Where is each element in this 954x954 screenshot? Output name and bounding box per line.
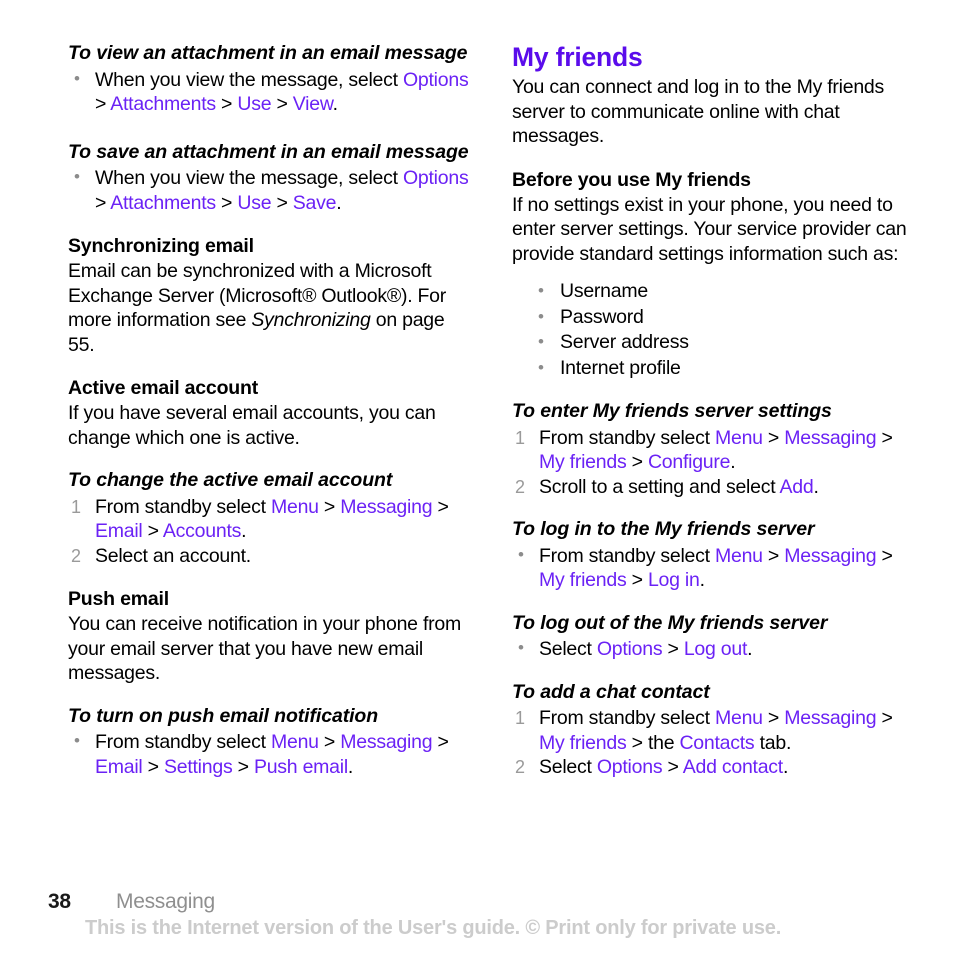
steps-log-out: Select Options > Log out. xyxy=(512,636,920,662)
step-trailing: . xyxy=(730,451,736,473)
separator: > xyxy=(762,426,785,449)
link-my-friends[interactable]: My friends xyxy=(539,569,627,591)
step-trailing: . xyxy=(782,756,789,778)
separator: > xyxy=(876,707,893,729)
link-add-contact[interactable]: Add contact xyxy=(683,756,783,778)
task-title-add-chat-contact: To add a chat contact xyxy=(512,680,710,703)
task-title-log-out: To log out of the My friends server xyxy=(512,611,828,634)
separator: > xyxy=(662,638,684,660)
task-title-enter-server-settings: To enter My friends server settings xyxy=(512,400,832,422)
task-title-log-in: To log in to the My friends server xyxy=(512,518,815,540)
separator: > xyxy=(626,731,648,754)
separator: > xyxy=(762,707,785,729)
separator: > xyxy=(626,451,648,473)
steps-add-chat-contact: From standby select Menu > Messaging > M… xyxy=(512,706,920,780)
step-lead: Select xyxy=(539,638,597,660)
page-footer: 38 Messaging This is the Internet versio… xyxy=(0,890,954,940)
link-messaging[interactable]: Messaging xyxy=(784,545,876,567)
list-item: Internet profile xyxy=(536,355,920,382)
link-options[interactable]: Options xyxy=(597,756,663,778)
link-log-out[interactable]: Log out xyxy=(684,638,748,660)
separator: > xyxy=(626,569,648,591)
link-log-in[interactable]: Log in xyxy=(648,569,700,591)
step-trailing: . xyxy=(699,569,705,591)
link-menu[interactable]: Menu xyxy=(715,427,763,449)
link-my-friends[interactable]: My friends xyxy=(539,732,627,754)
separator: > xyxy=(876,544,893,567)
list-item: From standby select Menu > Messaging > M… xyxy=(512,426,920,475)
subheading-before-you-use: Before you use My friends xyxy=(512,168,751,191)
link-menu[interactable]: Menu xyxy=(715,707,763,729)
link-add[interactable]: Add xyxy=(779,476,813,498)
step-lead: Scroll to a setting and select xyxy=(539,475,780,498)
list-item: Password xyxy=(536,304,920,331)
step-trailing: . xyxy=(813,475,819,498)
separator: > xyxy=(662,756,683,778)
paragraph-my-friends-intro: You can connect and log in to the My fri… xyxy=(512,76,885,147)
steps-enter-server-settings: From standby select Menu > Messaging > M… xyxy=(512,426,920,500)
separator: > xyxy=(762,544,785,567)
step-lead: From standby select xyxy=(539,707,715,729)
paragraph-before-you-use: If no settings exist in your phone, you … xyxy=(512,193,907,265)
manual-page: To view an attachment in an email messag… xyxy=(0,0,954,954)
separator: > xyxy=(876,426,893,449)
list-settings-items: Username Password Server address Interne… xyxy=(512,278,920,382)
steps-log-in: From standby select Menu > Messaging > M… xyxy=(512,543,920,593)
step-trailing: tab. xyxy=(754,731,792,754)
link-menu[interactable]: Menu xyxy=(715,545,763,567)
list-item: From standby select Menu > Messaging > M… xyxy=(512,706,920,755)
right-column: My friends You can connect and log in to… xyxy=(0,42,954,780)
link-messaging[interactable]: Messaging xyxy=(784,707,876,729)
step-trailing: . xyxy=(747,638,753,660)
page-title-my-friends: My friends xyxy=(512,42,643,72)
step-lead: Select xyxy=(539,756,597,778)
list-item: Server address xyxy=(536,329,920,356)
print-watermark: This is the Internet version of the User… xyxy=(85,917,782,939)
list-item: Scroll to a setting and select Add. xyxy=(512,475,920,500)
list-item: Select Options > Add contact. xyxy=(512,755,920,780)
link-configure[interactable]: Configure xyxy=(648,451,731,473)
link-messaging[interactable]: Messaging xyxy=(784,427,876,449)
list-item: Select Options > Log out. xyxy=(512,636,920,662)
list-item: From standby select Menu > Messaging > M… xyxy=(512,543,920,593)
list-item: Username xyxy=(536,278,920,305)
link-contacts[interactable]: Contacts xyxy=(679,732,754,754)
footer-row: 38 Messaging xyxy=(48,890,954,916)
link-my-friends[interactable]: My friends xyxy=(539,451,627,473)
step-lead: From standby select xyxy=(539,426,715,449)
step-lead: From standby select xyxy=(539,544,715,567)
link-options[interactable]: Options xyxy=(597,638,663,660)
page-number: 38 xyxy=(48,890,71,913)
step-mid-text: the xyxy=(647,731,680,754)
chapter-name: Messaging xyxy=(116,890,215,913)
